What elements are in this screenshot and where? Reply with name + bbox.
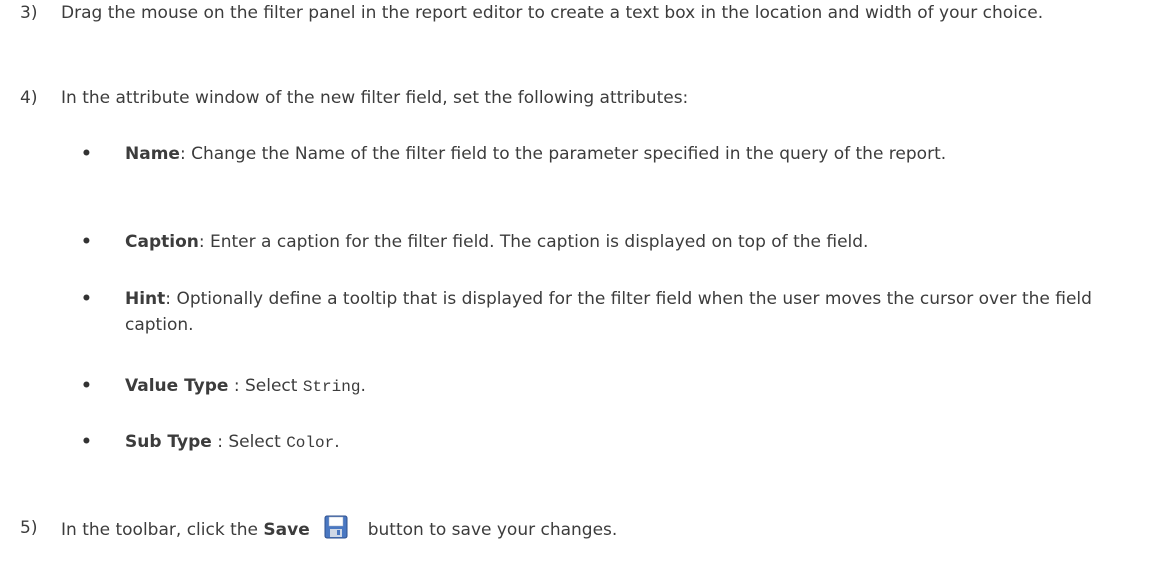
attribute-term: Sub Type bbox=[125, 432, 212, 452]
step-3: 3) Drag the mouse on the filter panel in… bbox=[20, 0, 1160, 26]
attribute-separator: : bbox=[198, 232, 210, 252]
bullet-item-hint: • Hint: Optionally define a tooltip that… bbox=[81, 286, 1141, 338]
step-5: 5) In the toolbar, click the Save button… bbox=[20, 515, 1160, 547]
step-4: 4) In the attribute window of the new fi… bbox=[20, 85, 1160, 111]
bullet-item-name: • Name: Change the Name of the filter fi… bbox=[81, 141, 1141, 167]
attribute-separator: : bbox=[179, 144, 192, 164]
bullet-item-sub-type: • Sub Type : Select Color. bbox=[81, 429, 1141, 456]
sentence-end: . bbox=[360, 376, 366, 396]
bullet-marker: • bbox=[81, 144, 92, 164]
code-value: Color bbox=[286, 434, 335, 452]
step-number: 4) bbox=[20, 88, 38, 108]
save-label: Save bbox=[263, 520, 310, 540]
save-icon bbox=[324, 515, 348, 547]
step-prefix: In the toolbar, click the bbox=[61, 520, 264, 540]
sentence-end: . bbox=[334, 432, 340, 452]
bullet-text: Sub Type : Select Color. bbox=[125, 429, 1141, 456]
step-suffix: button to save your changes. bbox=[367, 520, 618, 540]
attribute-separator: : Select bbox=[228, 376, 303, 396]
code-value: String bbox=[302, 378, 361, 396]
attribute-term: Name bbox=[125, 144, 180, 164]
step-text: In the toolbar, click the Save button to… bbox=[61, 515, 1160, 547]
attribute-description: Enter a caption for the filter field. Th… bbox=[210, 232, 869, 252]
bullet-marker: • bbox=[81, 232, 92, 252]
step-text: Drag the mouse on the filter panel in th… bbox=[61, 3, 1044, 23]
bullet-text: Name: Change the Name of the filter fiel… bbox=[125, 141, 1141, 167]
attribute-separator: : bbox=[165, 289, 177, 309]
bullet-item-caption: • Caption: Enter a caption for the filte… bbox=[81, 229, 1141, 255]
bullet-text: Hint: Optionally define a tooltip that i… bbox=[125, 286, 1141, 338]
bullet-marker: • bbox=[81, 289, 92, 309]
attribute-term: Caption bbox=[125, 232, 199, 252]
bullet-marker: • bbox=[81, 376, 92, 396]
attribute-description: Change the Name of the filter field to t… bbox=[191, 144, 947, 164]
step-text: In the attribute window of the new filte… bbox=[61, 88, 689, 108]
bullet-text: Caption: Enter a caption for the filter … bbox=[125, 229, 1141, 255]
attribute-separator: : Select bbox=[211, 432, 287, 452]
attribute-description: Optionally define a tooltip that is disp… bbox=[125, 289, 1092, 335]
attribute-term: Hint bbox=[125, 289, 166, 309]
bullet-text: Value Type : Select String. bbox=[125, 373, 1141, 400]
bullet-item-value-type: • Value Type : Select String. bbox=[81, 373, 1141, 400]
step-number: 3) bbox=[20, 3, 38, 23]
attribute-term: Value Type bbox=[125, 376, 229, 396]
bullet-marker: • bbox=[81, 432, 92, 452]
step-number: 5) bbox=[20, 518, 38, 538]
